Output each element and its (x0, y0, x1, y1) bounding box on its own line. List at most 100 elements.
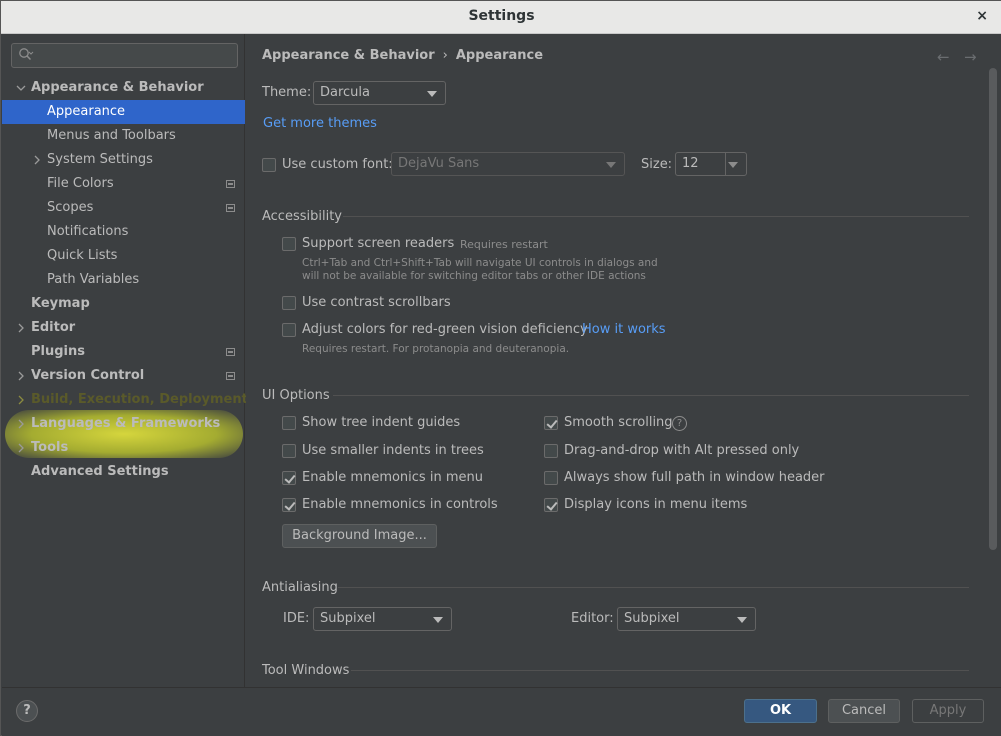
dropdown-arrow-icon (433, 617, 443, 623)
section-divider (351, 670, 969, 671)
smaller-indents-label: Use smaller indents in trees (302, 443, 484, 458)
project-level-icon (226, 372, 235, 380)
screen-readers-checkbox[interactable] (282, 237, 296, 251)
screen-readers-hint-1: Ctrl+Tab and Ctrl+Shift+Tab will navigat… (302, 257, 658, 269)
sidebar-item-tools[interactable]: Tools (2, 436, 245, 460)
section-divider (343, 216, 969, 217)
section-divider (333, 395, 969, 396)
ui-options-section-title: UI Options (262, 388, 330, 403)
breadcrumb-parent[interactable]: Appearance & Behavior (262, 48, 435, 63)
sidebar-item-label: System Settings (47, 152, 153, 167)
sidebar-item-plugins[interactable]: Plugins (2, 340, 245, 364)
mnemonics-controls-checkbox[interactable] (282, 498, 296, 512)
combo-divider (725, 153, 726, 175)
sidebar-item-build-execution-deployment[interactable]: Build, Execution, Deployment (2, 388, 248, 412)
help-button[interactable]: ? (16, 700, 38, 722)
sidebar-item-notifications[interactable]: Notifications (2, 220, 245, 244)
settings-content: Appearance & Behavior › Appearance ← → (246, 34, 1001, 687)
help-icon[interactable]: ? (672, 416, 687, 431)
content-scrollbar[interactable] (989, 68, 997, 550)
sidebar-item-label: Build, Execution, Deployment (31, 392, 248, 407)
sidebar-item-label: Plugins (31, 344, 85, 359)
sidebar-item-menus-toolbars[interactable]: Menus and Toolbars (2, 124, 245, 148)
font-family-value: DejaVu Sans (398, 156, 480, 171)
drag-drop-alt-label: Drag-and-drop with Alt pressed only (564, 443, 800, 458)
sidebar-item-system-settings[interactable]: System Settings (2, 148, 245, 172)
chevron-right-icon (18, 371, 24, 381)
breadcrumb-current: Appearance (455, 48, 544, 63)
sidebar-item-advanced-settings[interactable]: Advanced Settings (2, 460, 245, 484)
ide-antialiasing-value: Subpixel (320, 611, 376, 626)
forward-arrow-icon[interactable]: → (964, 48, 977, 66)
sidebar-item-label: Advanced Settings (31, 464, 169, 479)
breadcrumb-separator: › (442, 48, 448, 63)
mnemonics-menu-checkbox[interactable] (282, 471, 296, 485)
cancel-button[interactable]: Cancel (828, 699, 900, 723)
font-family-select[interactable]: DejaVu Sans (391, 152, 625, 176)
dropdown-arrow-icon (427, 91, 437, 97)
tree-indent-guides-checkbox[interactable] (282, 416, 296, 430)
sidebar-item-scopes[interactable]: Scopes (2, 196, 245, 220)
contrast-scrollbars-label: Use contrast scrollbars (302, 295, 451, 310)
apply-button[interactable]: Apply (912, 699, 984, 723)
contrast-scrollbars-checkbox[interactable] (282, 296, 296, 310)
chevron-right-icon (18, 419, 24, 429)
breadcrumb: Appearance & Behavior › Appearance (262, 48, 543, 63)
sidebar-item-label: Appearance & Behavior (31, 80, 204, 95)
ide-antialiasing-select[interactable]: Subpixel (313, 607, 452, 631)
background-image-button[interactable]: Background Image... (282, 524, 437, 548)
settings-dialog: Settings × Appearance & Behavior Appeara… (0, 0, 1001, 736)
section-divider (338, 587, 969, 588)
screen-readers-label: Support screen readers (302, 236, 455, 251)
title-bar: Settings × (1, 1, 1001, 34)
sidebar-item-version-control[interactable]: Version Control (2, 364, 245, 388)
sidebar-item-label: Quick Lists (47, 248, 118, 263)
sidebar-item-label: Appearance (47, 104, 126, 119)
sidebar-item-editor[interactable]: Editor (2, 316, 245, 340)
drag-drop-alt-checkbox[interactable] (544, 444, 558, 458)
theme-label: Theme: (262, 85, 312, 100)
sidebar-item-label: Menus and Toolbars (47, 128, 176, 143)
sidebar-item-appearance-behavior[interactable]: Appearance & Behavior (2, 76, 245, 100)
font-size-select[interactable]: 12 (675, 152, 747, 176)
color-deficiency-label: Adjust colors for red-green vision defic… (302, 322, 588, 337)
chevron-right-icon (34, 155, 40, 165)
color-deficiency-hint: Requires restart. For protanopia and deu… (302, 343, 570, 355)
window-title: Settings (468, 8, 535, 24)
sidebar-item-keymap[interactable]: Keymap (2, 292, 245, 316)
full-path-header-label: Always show full path in window header (564, 470, 825, 485)
project-level-icon (226, 348, 235, 356)
accessibility-section-title: Accessibility (262, 209, 342, 224)
chevron-right-icon (18, 395, 24, 405)
menu-icons-label: Display icons in menu items (564, 497, 748, 512)
sidebar-item-label: Path Variables (47, 272, 140, 287)
search-input[interactable] (11, 43, 238, 68)
get-more-themes-link[interactable]: Get more themes (263, 116, 377, 131)
how-it-works-link[interactable]: How it works (582, 322, 666, 337)
use-custom-font-checkbox[interactable] (262, 158, 276, 172)
tree-indent-guides-label: Show tree indent guides (302, 415, 461, 430)
editor-antialiasing-select[interactable]: Subpixel (617, 607, 756, 631)
smooth-scrolling-checkbox[interactable] (544, 416, 558, 430)
color-deficiency-checkbox[interactable] (282, 323, 296, 337)
mnemonics-menu-label: Enable mnemonics in menu (302, 470, 483, 485)
project-level-icon (226, 204, 235, 212)
sidebar-item-appearance[interactable]: Appearance (2, 100, 245, 124)
sidebar-item-path-variables[interactable]: Path Variables (2, 268, 245, 292)
ide-antialiasing-label: IDE: (283, 611, 310, 626)
use-custom-font-label: Use custom font: (282, 157, 393, 172)
dropdown-arrow-icon (728, 162, 738, 168)
smaller-indents-checkbox[interactable] (282, 444, 296, 458)
full-path-header-checkbox[interactable] (544, 471, 558, 485)
menu-icons-checkbox[interactable] (544, 498, 558, 512)
close-icon[interactable]: × (976, 8, 988, 24)
ok-button[interactable]: OK (744, 699, 817, 723)
sidebar-item-file-colors[interactable]: File Colors (2, 172, 245, 196)
back-arrow-icon[interactable]: ← (937, 48, 950, 66)
sidebar-item-quick-lists[interactable]: Quick Lists (2, 244, 245, 268)
chevron-down-icon (16, 85, 26, 91)
tool-windows-section-title: Tool Windows (262, 663, 350, 678)
sidebar-item-languages-frameworks[interactable]: Languages & Frameworks (2, 412, 245, 436)
theme-select[interactable]: Darcula (313, 81, 446, 105)
requires-restart-note: Requires restart (460, 238, 548, 251)
